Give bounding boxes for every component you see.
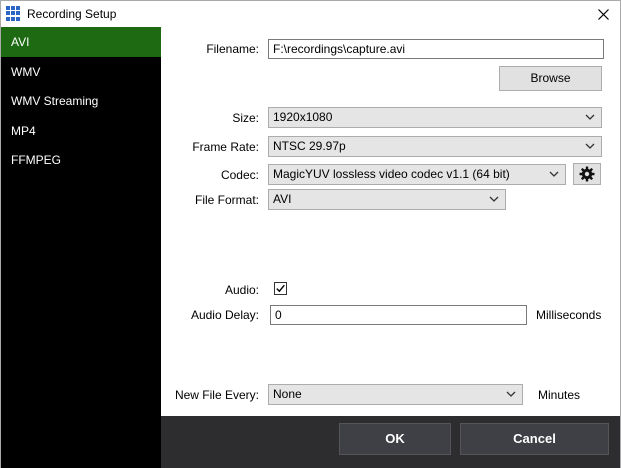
file-format-select[interactable]: AVI — [268, 189, 506, 210]
codec-label: Codec: — [220, 168, 259, 182]
sidebar-item-ffmpeg[interactable]: FFMPEG — [1, 145, 161, 175]
new-file-every-select-value: None — [273, 387, 302, 401]
chevron-down-icon — [585, 114, 595, 120]
settings-panel: Filename: F:\recordings\capture.avi Brow… — [161, 27, 620, 416]
frame-rate-label: Frame Rate: — [192, 140, 259, 154]
app-grid-icon — [6, 6, 21, 21]
new-file-every-select[interactable]: None — [268, 384, 523, 405]
ok-button[interactable]: OK — [339, 423, 451, 455]
audio-delay-label: Audio Delay: — [190, 308, 259, 322]
chevron-down-icon — [549, 171, 559, 177]
codec-settings-button[interactable] — [573, 163, 601, 185]
audio-delay-unit: Milliseconds — [536, 308, 602, 322]
close-icon — [597, 8, 609, 20]
audio-delay-input[interactable]: 0 — [270, 305, 527, 325]
sidebar-item-avi[interactable]: AVI — [1, 27, 161, 57]
audio-label: Audio: — [224, 283, 259, 297]
filename-input[interactable]: F:\recordings\capture.avi — [268, 39, 604, 59]
size-select-value: 1920x1080 — [273, 110, 333, 124]
file-format-label: File Format: — [194, 193, 259, 207]
frame-rate-select-value: NTSC 29.97p — [273, 139, 346, 153]
recording-setup-window: Recording Setup AVI WMV WMV Streaming MP… — [0, 0, 621, 468]
new-file-every-unit: Minutes — [538, 388, 581, 402]
audio-checkbox[interactable] — [274, 282, 287, 295]
close-button[interactable] — [592, 4, 614, 24]
chevron-down-icon — [585, 143, 595, 149]
title-bar: Recording Setup — [1, 1, 620, 27]
sidebar-item-mp4[interactable]: MP4 — [1, 116, 161, 146]
dialog-footer: OK Cancel — [161, 416, 620, 468]
cancel-button[interactable]: Cancel — [460, 423, 609, 455]
frame-rate-select[interactable]: NTSC 29.97p — [268, 136, 602, 157]
size-select[interactable]: 1920x1080 — [268, 107, 602, 128]
sidebar-item-wmv-streaming[interactable]: WMV Streaming — [1, 86, 161, 116]
codec-select-value: MagicYUV lossless video codec v1.1 (64 b… — [273, 167, 510, 181]
new-file-every-label: New File Every: — [174, 388, 259, 402]
chevron-down-icon — [506, 391, 516, 397]
file-format-select-value: AVI — [273, 192, 292, 206]
checkmark-icon — [276, 284, 285, 293]
sidebar-item-wmv[interactable]: WMV — [1, 57, 161, 87]
chevron-down-icon — [489, 196, 499, 202]
size-label: Size: — [232, 111, 259, 125]
gear-icon — [579, 166, 595, 182]
browse-button[interactable]: Browse — [499, 66, 602, 91]
codec-select[interactable]: MagicYUV lossless video codec v1.1 (64 b… — [268, 164, 566, 185]
filename-label: Filename: — [206, 42, 259, 56]
window-title: Recording Setup — [27, 7, 117, 21]
format-sidebar: AVI WMV WMV Streaming MP4 FFMPEG — [1, 27, 161, 468]
